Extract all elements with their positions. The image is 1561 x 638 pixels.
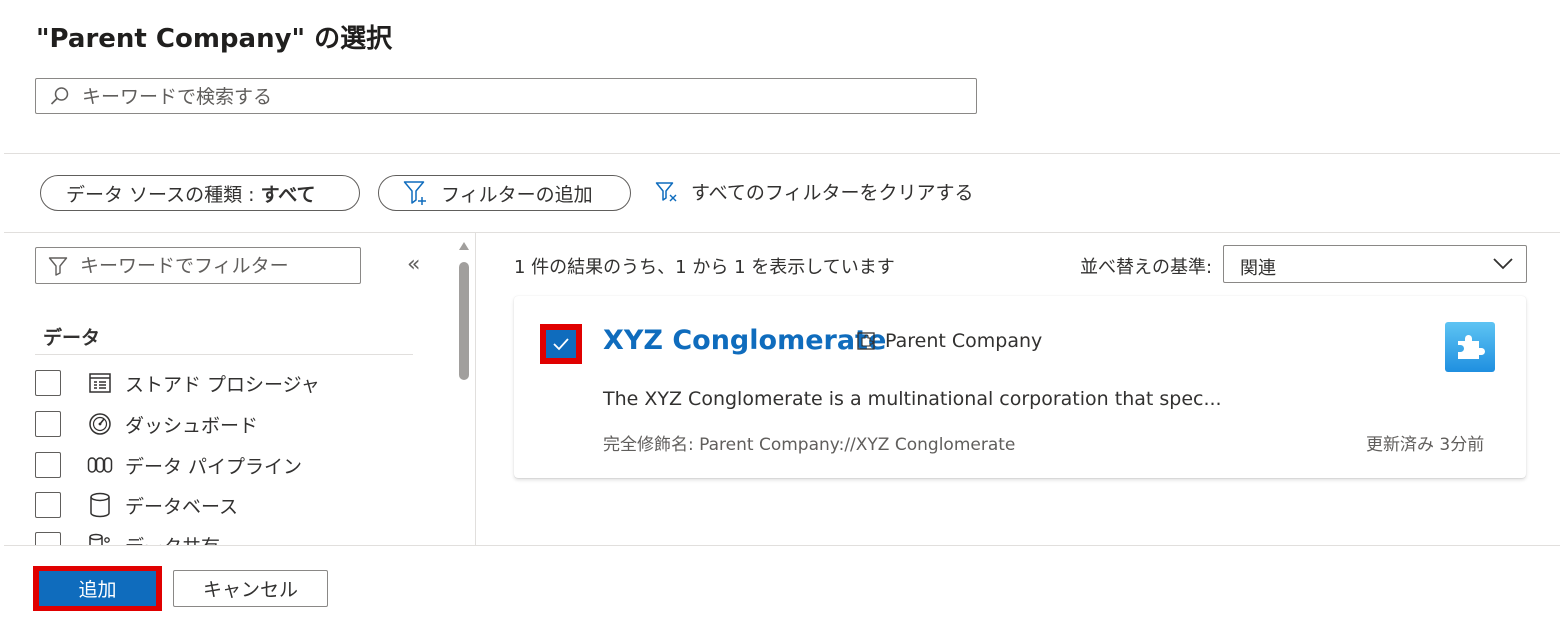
list-item-data-pipeline[interactable]: データ パイプライン xyxy=(35,450,302,480)
list-item-database[interactable]: データベース xyxy=(35,490,238,520)
checkbox[interactable] xyxy=(35,370,61,396)
checkbox[interactable] xyxy=(35,532,61,545)
result-checkbox[interactable] xyxy=(546,330,576,358)
divider xyxy=(4,153,1560,154)
list-item-label: データ共有 xyxy=(125,532,220,546)
sort-dropdown[interactable]: 関連 xyxy=(1223,245,1527,283)
list-item-label: データベース xyxy=(125,495,239,518)
stored-procedure-icon xyxy=(87,370,113,396)
dashboard-gauge-icon xyxy=(87,411,113,437)
chevron-down-icon xyxy=(1492,256,1514,275)
list-item-data-share[interactable]: データ共有 xyxy=(35,530,220,545)
sidebar-scrollbar[interactable] xyxy=(455,238,473,546)
search-box[interactable] xyxy=(35,78,977,114)
result-description: The XYZ Conglomerate is a multinational … xyxy=(603,388,1222,410)
add-filter-button[interactable]: フィルターの追加 xyxy=(378,175,631,211)
checkbox[interactable] xyxy=(35,492,61,518)
asset-type-icon xyxy=(857,332,875,350)
section-divider xyxy=(35,354,413,355)
result-name-link[interactable]: XYZ Conglomerate xyxy=(603,325,886,356)
sidebar-scroll-area: データ ストアド プロシージャ ダッシュボード データ パイプライン データベー… xyxy=(0,232,455,545)
list-item-stored-procedure[interactable]: ストアド プロシージャ xyxy=(35,368,320,398)
search-icon xyxy=(50,86,70,110)
checkmark-icon xyxy=(553,338,569,351)
result-qualified-name: 完全修飾名: Parent Company://XYZ Conglomerate xyxy=(603,435,1016,455)
scroll-up-arrow-icon[interactable] xyxy=(459,242,469,250)
source-type-filter-pill[interactable]: データ ソースの種類 : すべて xyxy=(40,175,360,211)
sort-label: 並べ替えの基準: xyxy=(1080,257,1213,278)
clear-filters-link[interactable]: すべてのフィルターをクリアする xyxy=(655,178,974,205)
filter-add-icon xyxy=(403,180,427,206)
section-title-data: データ xyxy=(43,327,101,349)
result-updated-time: 更新済み 3分前 xyxy=(1366,435,1485,455)
result-type: Parent Company xyxy=(857,330,1042,352)
add-button[interactable]: 追加 xyxy=(39,571,156,606)
checkbox[interactable] xyxy=(35,452,61,478)
results-summary: 1 件の結果のうち、1 から 1 を表示しています xyxy=(514,257,895,278)
checkbox[interactable] xyxy=(35,411,61,437)
list-item-label: ダッシュボード xyxy=(125,414,259,437)
source-type-label: データ ソースの種類 : xyxy=(66,183,261,206)
cancel-button[interactable]: キャンセル xyxy=(173,570,328,607)
clear-filters-label: すべてのフィルターをクリアする xyxy=(691,182,974,204)
data-share-icon xyxy=(87,532,113,545)
filter-clear-icon xyxy=(655,180,679,204)
source-type-value: すべて xyxy=(260,183,316,206)
add-filter-label: フィルターの追加 xyxy=(441,183,593,206)
database-icon xyxy=(87,492,113,518)
list-item-label: ストアド プロシージャ xyxy=(125,373,320,396)
list-item-dashboard[interactable]: ダッシュボード xyxy=(35,409,258,439)
pipeline-icon xyxy=(87,452,113,478)
result-type-label: Parent Company xyxy=(885,330,1043,352)
search-input[interactable] xyxy=(80,83,964,111)
pane-divider xyxy=(475,232,476,546)
puzzle-icon xyxy=(1445,322,1495,372)
dialog-title: "Parent Company" の選択 xyxy=(36,24,393,54)
footer-divider xyxy=(4,545,1560,546)
list-item-label: データ パイプライン xyxy=(125,455,303,478)
sort-value: 関連 xyxy=(1240,258,1276,279)
scrollbar-thumb[interactable] xyxy=(459,262,469,380)
